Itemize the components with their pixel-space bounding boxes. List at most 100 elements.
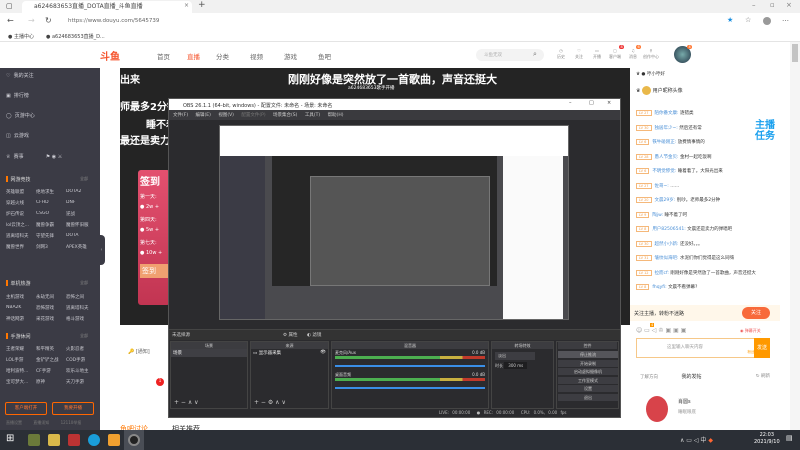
game-link[interactable]: 王者荣耀 <box>6 346 36 352</box>
nav-category[interactable]: 分类 <box>216 51 229 61</box>
game-link[interactable]: 宝可梦大... <box>6 379 36 385</box>
favorite-star-icon[interactable]: ★ <box>727 16 733 24</box>
refresh-button[interactable]: ↻ 刷新 <box>756 373 770 379</box>
menu-scene-collection[interactable]: 场景集合(S) <box>273 113 297 118</box>
menu-view[interactable]: 视图(V) <box>218 113 234 118</box>
game-link[interactable]: 恐怖游戏 <box>36 305 66 311</box>
chat-username[interactable]: fhqyfi: <box>652 285 666 290</box>
notification-icon[interactable]: ▤ <box>786 434 793 442</box>
main-task-badge[interactable]: 主播 任务 <box>755 120 785 148</box>
nav-video[interactable]: 视频 <box>250 51 263 61</box>
close-icon[interactable]: × <box>607 100 611 106</box>
collapse-sidebar-handle[interactable]: ‹ <box>98 235 105 265</box>
game-link[interactable]: 永劫无间 <box>36 294 66 300</box>
volume-slider[interactable] <box>335 387 485 389</box>
source-controls[interactable]: + − ⚙ ∧ ∨ <box>254 399 286 406</box>
app-icon[interactable] <box>108 434 120 446</box>
minimize-icon[interactable]: – <box>569 100 572 106</box>
tab-my-posts[interactable]: 我的发帖 <box>681 374 701 380</box>
game-link[interactable]: 金铲铲之战 <box>36 357 66 363</box>
close-tab-icon[interactable]: × <box>184 2 189 9</box>
url-input[interactable]: https://www.douyu.com/5645739 <box>60 16 710 27</box>
game-link[interactable]: 火影忍者 <box>66 346 96 352</box>
game-link[interactable]: DOTA <box>66 233 96 239</box>
game-link[interactable]: lol云顶之... <box>6 222 36 228</box>
game-link[interactable]: 和平精英 <box>36 346 66 352</box>
new-tab-icon[interactable]: + <box>198 0 206 10</box>
sidebar-item-ranking[interactable]: ▣ 排行榜 <box>6 91 29 101</box>
chat-username[interactable]: 陌你番文康: <box>655 111 679 116</box>
game-link[interactable]: 逃离塔科夫 <box>6 233 36 239</box>
search-icon[interactable]: ⌕ <box>533 50 537 59</box>
scene-controls[interactable]: + − ∧ ∨ <box>174 399 199 406</box>
tab-info[interactable]: 了解方向 <box>640 375 658 380</box>
favorites-icon[interactable]: ☆ <box>745 16 751 24</box>
chat-username[interactable]: 不明觉惨觉: <box>652 169 676 174</box>
start-stream-button[interactable]: 我要开播 <box>52 402 94 415</box>
tab-actions-icon[interactable]: ▢ <box>6 2 13 10</box>
douyu-logo[interactable]: 斗鱼 <box>100 48 120 63</box>
game-link[interactable]: 炉石传说 <box>6 211 36 217</box>
browser-tab[interactable]: a624683653直播_DOTA直播_斗鱼直播 <box>22 1 192 13</box>
menu-help[interactable]: 帮助(H) <box>328 113 344 118</box>
game-link[interactable]: CSGO <box>36 211 66 217</box>
duration-input[interactable]: 300 ms <box>504 362 528 369</box>
filters-button[interactable]: ◐ 滤镜 <box>307 332 321 338</box>
game-link[interactable]: 守望先锋 <box>36 233 66 239</box>
minimize-icon[interactable]: – <box>752 1 756 9</box>
page-scrollbar[interactable] <box>790 42 800 430</box>
bookmark-item[interactable]: ● 主播中心 <box>8 33 34 40</box>
game-link[interactable]: COD手游 <box>66 357 96 363</box>
sidebar-item-cloudgame[interactable]: ◫ 云游戏 <box>6 131 29 141</box>
menu-tools[interactable]: 工具(T) <box>305 113 320 118</box>
sidebar-item-following[interactable]: ♡ 我的关注 <box>6 71 34 81</box>
sidebar-item-webgames[interactable]: ◯ 页游中心 <box>6 111 35 121</box>
game-link[interactable]: 原神 <box>36 379 66 385</box>
menu-edit[interactable]: 编辑(E) <box>196 113 211 118</box>
game-link[interactable]: DNF <box>66 200 96 206</box>
back-icon[interactable]: ← <box>7 16 14 25</box>
game-link[interactable]: 采花游戏 <box>36 316 66 322</box>
game-link[interactable]: 绝地求生 <box>36 189 66 195</box>
chat-username[interactable]: 铁牛碰刚正: <box>652 140 676 145</box>
creator-center-button[interactable]: ⚲ 创作中心 <box>643 48 659 60</box>
game-link[interactable]: CF手游 <box>36 368 66 374</box>
send-button[interactable]: 发送 <box>754 338 770 358</box>
game-link[interactable]: 逆战 <box>66 211 96 217</box>
obs-preview[interactable] <box>219 125 569 320</box>
barrage-toggle[interactable]: ◉ 弹幕开关 <box>740 328 761 334</box>
signin-button[interactable]: 签到 <box>140 264 168 278</box>
maximize-icon[interactable]: ▫ <box>770 1 775 9</box>
game-link[interactable]: 魔兽世界 <box>6 244 36 250</box>
virtual-camera-button[interactable]: 启动虚拟摄像机 <box>558 368 618 375</box>
chat-input[interactable]: 这里输入聊天内容粉丝团弹幕 <box>636 338 770 358</box>
game-link[interactable]: 穿越火线 <box>6 200 36 206</box>
game-link[interactable]: CFHD <box>36 200 66 206</box>
follow-button[interactable]: 关注 <box>742 307 770 319</box>
app-icon[interactable] <box>48 434 60 446</box>
maximize-icon[interactable]: □ <box>589 100 594 106</box>
nav-live[interactable]: 直播 <box>187 51 200 61</box>
follow-button[interactable]: ♡ 关注 <box>571 48 587 60</box>
see-all-link[interactable]: 全部 <box>80 176 88 182</box>
game-link[interactable]: DOTA2 <box>66 189 96 195</box>
client-button[interactable]: ▢ 客户端 <box>607 48 623 60</box>
volume-slider[interactable] <box>335 365 485 367</box>
chat-username[interactable]: 用户82506541: <box>652 227 685 232</box>
footer-link[interactable]: 直播设置 <box>6 420 22 425</box>
menu-file[interactable]: 文件(F) <box>173 113 188 118</box>
footer-link[interactable]: 12110举报 <box>61 420 82 425</box>
studio-mode-button[interactable]: 工作室模式 <box>558 376 618 384</box>
source-item[interactable]: ▭ 显示器采集 👁 <box>251 349 328 357</box>
start-live-button[interactable]: ▭ 开播 <box>589 48 605 60</box>
reload-icon[interactable]: ↻ <box>45 16 52 25</box>
game-link[interactable]: 欢乐斗地主 <box>66 368 96 374</box>
game-link[interactable]: 魔兽怀旧服 <box>66 222 96 228</box>
chat-username[interactable]: 愚人节金贝: <box>655 155 679 160</box>
game-link[interactable]: 英雄联盟 <box>6 189 36 195</box>
start-recording-button[interactable]: 开始录制 <box>558 359 618 367</box>
forward-icon[interactable]: → <box>28 16 35 25</box>
app-icon[interactable] <box>28 434 40 446</box>
menu-profile[interactable]: 配置文件(P) <box>241 113 265 118</box>
game-link[interactable]: 剑网3 <box>36 244 66 250</box>
